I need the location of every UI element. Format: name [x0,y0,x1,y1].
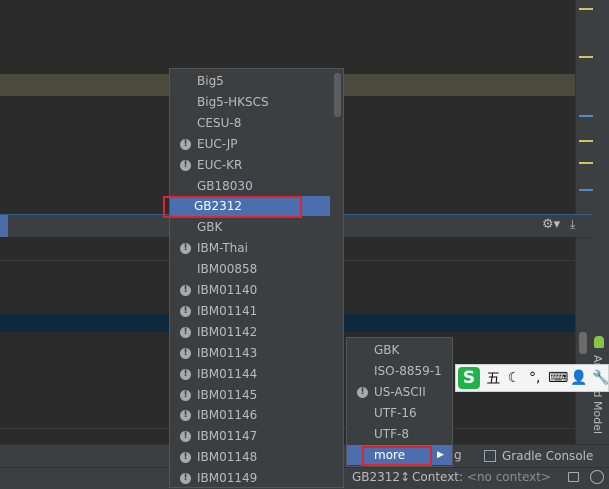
ime-logo[interactable]: S [458,367,480,389]
encoding-menu-item-label: IBM01143 [197,345,258,360]
encoding-menu-item-label: IBM00858 [197,262,258,277]
highlight-box [362,446,432,466]
error-stripe-marker[interactable] [579,189,593,191]
tool-tab-partial[interactable]: g [454,448,462,462]
android-icon [594,336,604,348]
inspector-face-icon[interactable] [590,470,604,484]
ime-toolbar: S 五 ☾ °, ⌨ 👤 🔧 [455,364,609,392]
encoding-menu-item-label: IBM01149 [197,471,258,486]
error-stripe-marker[interactable] [579,56,593,58]
warning-icon: ! [180,347,191,359]
encoding-menu-item[interactable]: IBM00858 [170,259,330,279]
encoding-menu-item-label: EUC-JP [197,136,238,151]
gradle-console-tab[interactable]: Gradle Console [484,448,593,464]
encoding-menu-item-label: IBM01144 [197,366,258,381]
warning-icon: ! [180,305,191,317]
encoding-menu-item[interactable]: ! IBM01146 [170,405,330,425]
encoding-menu-item-label: US-ASCII [374,385,426,399]
warning-icon: ! [180,410,191,422]
encoding-menu-item[interactable]: GBK [170,217,330,237]
encoding-menu-item[interactable]: ! IBM01143 [170,343,330,363]
encoding-menu-item[interactable]: ISO-8859-1 [347,361,452,381]
encoding-menu-item[interactable]: GBK [347,340,452,360]
encoding-menu-item[interactable]: ! IBM01145 [170,385,330,405]
encoding-menu: Big5 Big5-HKSCS CESU-8! EUC-JP! EUC-KR GB1803… [169,68,344,488]
encoding-menu-item[interactable]: ! IBM01140 [170,280,330,300]
encoding-menu-item[interactable]: CESU-8 [170,113,330,133]
encoding-menu-item[interactable]: ! IBM01141 [170,301,330,321]
context-value: <no context> [466,470,551,484]
highlight-box [163,196,302,218]
encoding-menu-item-label: GBK [197,220,223,235]
encoding-menu-item[interactable]: UTF-16 [347,403,452,423]
panel-scroll-thumb[interactable] [579,332,587,354]
encoding-widget[interactable]: GB2312↕ [352,470,410,484]
encoding-menu-item[interactable]: ! IBM01149 [170,468,330,487]
encoding-menu-item-label: Big5 [197,74,224,88]
encoding-menu-item-label: IBM01146 [197,408,258,423]
encoding-menu-item-label: IBM01147 [197,429,258,444]
tool-window-tab-indicator [0,215,8,237]
editor-area[interactable] [0,0,575,74]
warning-icon: ! [180,431,191,443]
encoding-menu-item[interactable]: ! IBM01142 [170,322,330,342]
encoding-menu-item-label: IBM-Thai [197,241,248,256]
encoding-menu-item[interactable]: ! US-ASCII [347,382,452,402]
encoding-menu-item[interactable]: ! IBM01148 [170,447,330,467]
context-label: Context: [412,470,464,484]
warning-icon: ! [180,473,191,485]
warning-icon: ! [180,285,191,296]
user-icon[interactable]: 👤 [570,370,587,386]
warning-icon: ! [180,159,191,171]
encoding-menu-item-label: IBM01140 [197,283,258,297]
encoding-menu-item-label: IBM01141 [197,303,258,318]
encoding-menu-item-label: GB18030 [197,178,253,193]
error-stripe-marker[interactable] [579,115,593,117]
lock-icon[interactable] [568,472,579,482]
encoding-menu-item-label: EUC-KR [197,157,243,172]
error-stripe-marker[interactable] [579,8,593,10]
hide-panel-icon[interactable]: ⤓ [570,217,575,232]
encoding-menu-item-label: ISO-8859-1 [374,364,442,378]
warning-icon: ! [180,243,191,255]
encoding-menu-item[interactable]: Big5-HKSCS [170,92,330,112]
encoding-menu-item[interactable]: ! IBM01147 [170,426,330,446]
warning-icon: ! [357,387,368,398]
gear-icon[interactable]: ⚙▾ [542,217,560,232]
warning-icon: ! [180,138,191,150]
encoding-menu-item-label: UTF-8 [374,427,409,441]
encoding-menu-item-label: IBM01148 [197,450,258,465]
error-stripe-marker[interactable] [579,140,593,142]
warning-icon: ! [180,326,191,338]
error-stripe-marker[interactable] [579,162,593,164]
ime-mode-button[interactable]: 五 [486,368,501,388]
encoding-menu-item-label: IBM01142 [197,324,258,339]
encoding-menu-item[interactable]: UTF-8 [347,424,452,444]
encoding-menu-item[interactable]: ! IBM-Thai [170,238,330,258]
warning-icon: ! [180,389,191,401]
keyboard-icon[interactable]: ⌨ [548,370,568,386]
warning-icon: ! [180,452,191,464]
gradle-console-label: Gradle Console [502,449,594,463]
encoding-menu-item[interactable]: ! EUC-KR [170,155,330,175]
encoding-menu-item-label: IBM01145 [197,387,258,402]
menu-scroll-thumb[interactable] [334,73,341,117]
menu-scrollbar[interactable] [332,69,343,487]
encoding-menu-item-label: UTF-16 [374,406,417,420]
submenu-arrow-icon: ▶ [437,450,444,460]
context-widget[interactable]: Context: <no context> [412,470,551,484]
punctuation-icon[interactable]: °, [527,370,542,386]
warning-icon: ! [180,368,191,380]
moon-icon[interactable]: ☾ [507,370,522,386]
console-icon [484,450,496,462]
encoding-menu-item-label: CESU-8 [197,115,242,130]
encoding-menu-item[interactable]: ! EUC-JP [170,134,330,154]
wrench-icon[interactable]: 🔧 [592,370,609,386]
encoding-menu-item[interactable]: GB18030 [170,176,330,196]
encoding-menu-item-label: Big5-HKSCS [197,94,269,109]
encoding-menu-item-label: GBK [374,343,400,357]
encoding-menu-item[interactable]: ! IBM01144 [170,364,330,384]
encoding-menu-item[interactable]: Big5 [170,71,330,91]
